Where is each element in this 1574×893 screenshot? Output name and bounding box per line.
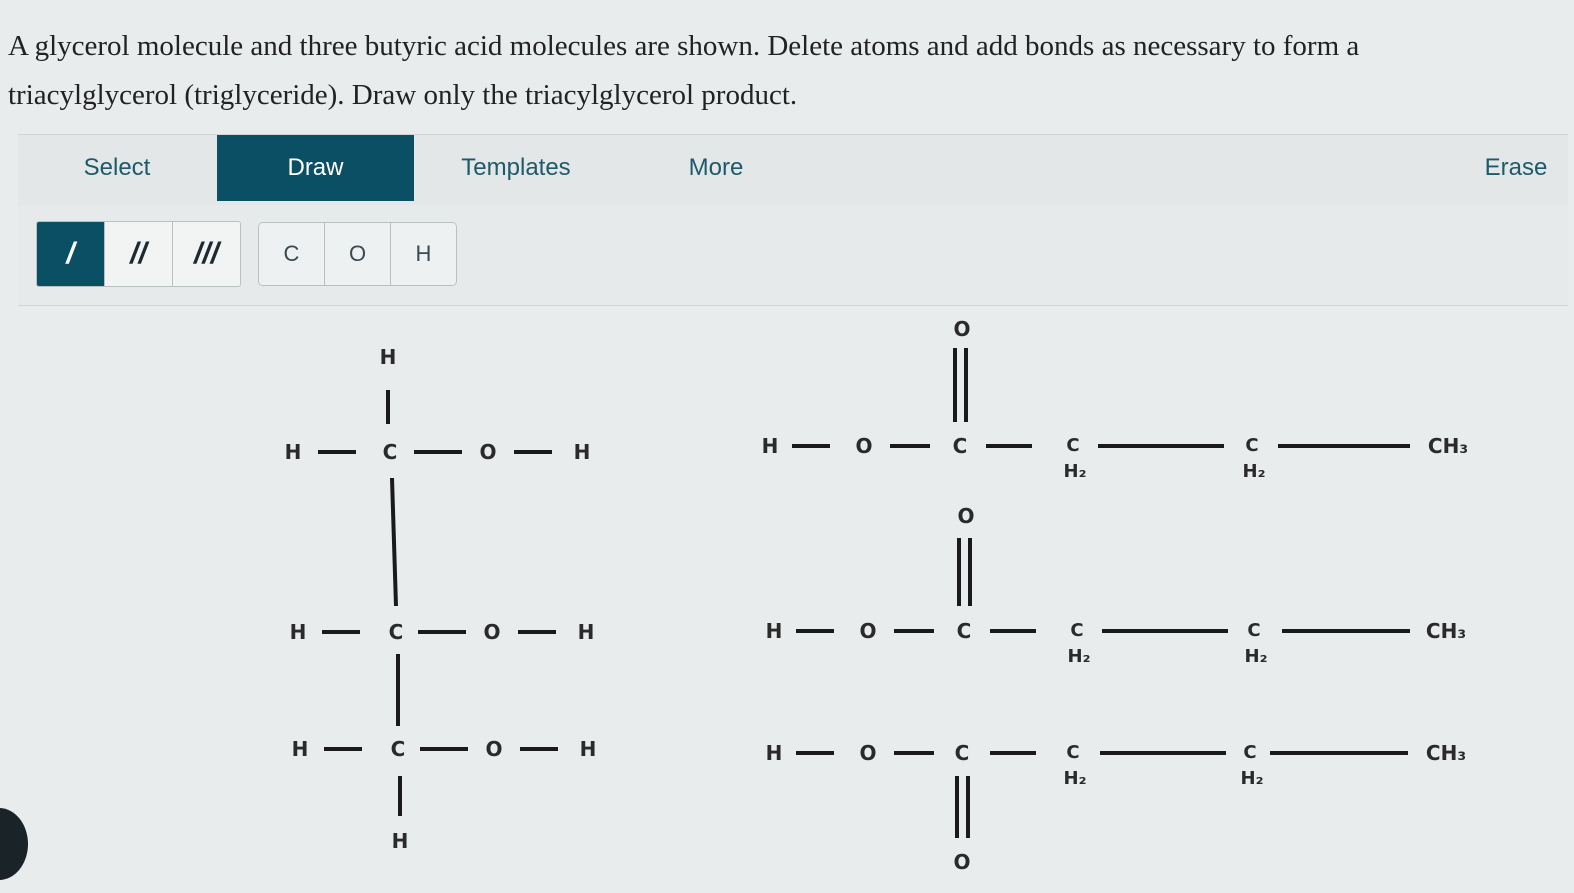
atom-o[interactable]: O bbox=[859, 741, 876, 765]
atom-h2: H₂ bbox=[1064, 768, 1087, 789]
atom-o[interactable]: O bbox=[855, 434, 872, 458]
question-text: A glycerol molecule and three butyric ac… bbox=[8, 22, 1558, 120]
atom-h[interactable]: H bbox=[392, 829, 409, 853]
atom-c[interactable]: C bbox=[1243, 742, 1256, 763]
atom-h[interactable]: H bbox=[380, 345, 397, 369]
atom-ch3[interactable]: CH₃ bbox=[1426, 741, 1466, 765]
atom-c[interactable]: C bbox=[383, 440, 398, 464]
atom-o[interactable]: O bbox=[485, 737, 502, 761]
atom-h[interactable]: H bbox=[290, 620, 307, 644]
bond-tool-group: / // /// bbox=[36, 221, 241, 287]
atom-c[interactable]: C bbox=[1247, 620, 1260, 641]
triple-bond-button[interactable]: /// bbox=[173, 222, 240, 286]
carbon-atom-button[interactable]: C bbox=[259, 223, 325, 285]
atom-h[interactable]: H bbox=[292, 737, 309, 761]
atom-h2: H₂ bbox=[1243, 461, 1266, 482]
tab-select[interactable]: Select bbox=[18, 135, 216, 201]
tab-draw[interactable]: Draw bbox=[217, 135, 414, 201]
atom-h[interactable]: H bbox=[574, 440, 591, 464]
hydrogen-atom-button[interactable]: H bbox=[391, 223, 456, 285]
tab-templates[interactable]: Templates bbox=[416, 135, 616, 201]
atom-o[interactable]: O bbox=[483, 620, 500, 644]
drawing-canvas[interactable]: H H C O H H C O H H C O H H O H O C C H₂… bbox=[0, 306, 1574, 888]
atom-ch3[interactable]: CH₃ bbox=[1426, 619, 1466, 643]
atom-o[interactable]: O bbox=[957, 504, 974, 528]
atom-ch3[interactable]: CH₃ bbox=[1428, 434, 1468, 458]
atom-c[interactable]: C bbox=[1070, 620, 1083, 641]
molecule-drawing[interactable]: H H C O H H C O H H C O H H O H O C C H₂… bbox=[0, 306, 1574, 888]
question-line-2: triacylglycerol (triglyceride). Draw onl… bbox=[8, 79, 798, 111]
atom-o[interactable]: O bbox=[953, 850, 970, 874]
atom-h[interactable]: H bbox=[762, 434, 779, 458]
atom-h[interactable]: H bbox=[578, 620, 595, 644]
atom-o[interactable]: O bbox=[479, 440, 496, 464]
single-bond-button[interactable]: / bbox=[37, 222, 105, 286]
atom-tool-group: C O H bbox=[258, 222, 457, 286]
editor-toolbar: Select Draw Templates More Erase bbox=[18, 134, 1568, 206]
double-bond-button[interactable]: // bbox=[105, 222, 173, 286]
atom-h[interactable]: H bbox=[580, 737, 597, 761]
question-line-1: A glycerol molecule and three butyric ac… bbox=[8, 30, 1360, 62]
atom-c[interactable]: C bbox=[955, 741, 970, 765]
draw-subtools: / // /// C O H bbox=[18, 205, 1568, 306]
atom-o[interactable]: O bbox=[859, 619, 876, 643]
atom-c[interactable]: C bbox=[953, 434, 968, 458]
oxygen-atom-button[interactable]: O bbox=[325, 223, 391, 285]
atom-h2: H₂ bbox=[1064, 461, 1087, 482]
atom-c[interactable]: C bbox=[389, 620, 404, 644]
erase-button[interactable]: Erase bbox=[1458, 135, 1574, 201]
atom-h2: H₂ bbox=[1245, 646, 1268, 667]
atom-c[interactable]: C bbox=[1245, 435, 1258, 456]
atom-h2: H₂ bbox=[1068, 646, 1091, 667]
atom-c[interactable]: C bbox=[1066, 742, 1079, 763]
atom-c[interactable]: C bbox=[1066, 435, 1079, 456]
atom-h[interactable]: H bbox=[766, 741, 783, 765]
atom-h[interactable]: H bbox=[766, 619, 783, 643]
atom-h2: H₂ bbox=[1241, 768, 1264, 789]
atom-c[interactable]: C bbox=[957, 619, 972, 643]
atom-h[interactable]: H bbox=[285, 440, 302, 464]
atom-c[interactable]: C bbox=[391, 737, 406, 761]
tab-more[interactable]: More bbox=[618, 135, 814, 201]
atom-o[interactable]: O bbox=[953, 317, 970, 341]
